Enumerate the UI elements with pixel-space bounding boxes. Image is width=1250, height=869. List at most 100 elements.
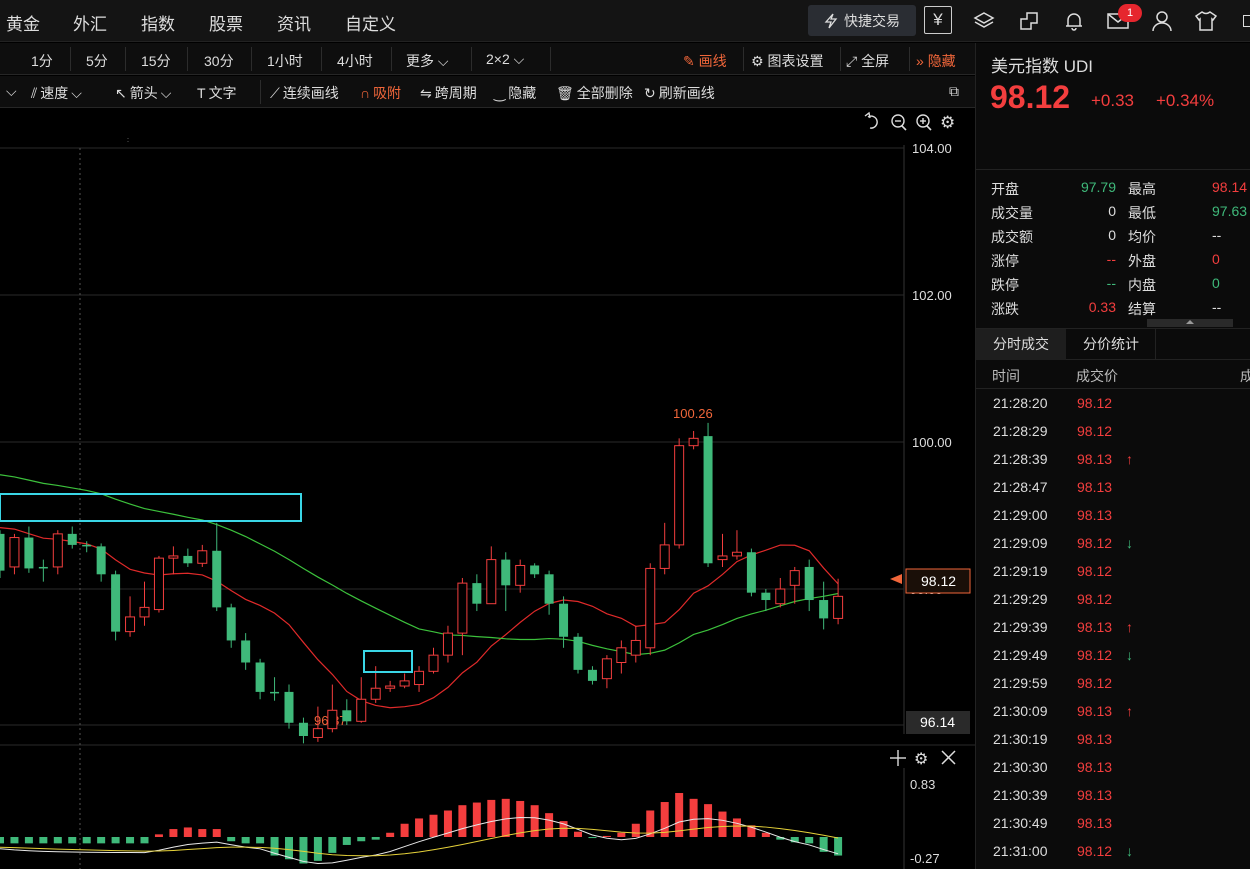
candle-body[interactable] [659,544,670,569]
snap-tool[interactable]: ∩ 吸附 [360,83,401,103]
zoom-out-icon[interactable] [891,114,907,131]
candle-body[interactable] [442,632,453,656]
candle-body[interactable] [385,685,396,689]
period-5min[interactable]: 5分 [86,51,108,71]
draw-line-button[interactable]: ✎ 画线 [683,51,727,71]
layout-2x2[interactable]: 2×2 ⌵ [486,51,524,68]
candle-body[interactable] [327,709,338,730]
candle-body[interactable] [82,544,92,547]
hide-panel-button[interactable]: » 隐藏 [916,51,956,71]
plus-icon[interactable] [890,750,906,766]
yuan-icon[interactable]: ¥ [924,6,952,34]
annotation-box[interactable] [363,650,413,673]
bell-icon[interactable] [1061,8,1087,34]
text-tool[interactable]: T 文字 [197,83,237,103]
candle-body[interactable] [804,566,814,601]
candle-body[interactable] [472,583,482,604]
delete-all-tool[interactable]: 🗑︎ 全部删除 [556,83,633,103]
candle-body[interactable] [226,607,236,641]
nav-index[interactable]: 指数 [141,10,175,35]
candle-body[interactable] [312,728,323,738]
nav-stocks[interactable]: 股票 [209,10,243,35]
candle-body[interactable] [746,552,756,593]
hide-drawings-tool[interactable]: ‿ 隐藏 [494,83,536,103]
nav-news[interactable]: 资讯 [277,10,311,35]
period-30min[interactable]: 30分 [204,51,234,71]
candle-body[interactable] [587,669,597,681]
candle-body[interactable] [731,551,742,557]
candle-body[interactable] [559,603,569,637]
candle-body[interactable] [645,567,656,649]
annotation-box[interactable] [0,493,302,522]
candle-body[interactable] [255,662,265,692]
candle-body[interactable] [819,600,829,619]
nav-custom[interactable]: 自定义 [345,10,396,35]
period-1hour[interactable]: 1小时 [267,51,303,71]
candle-body[interactable] [212,550,222,608]
layers-icon[interactable] [971,8,997,34]
continuous-draw-tool[interactable]: ⟋ 连续画线 [270,83,339,103]
candle-body[interactable] [414,670,425,686]
candle-body[interactable] [342,710,352,722]
candle-body[interactable] [674,445,685,546]
speed-tool[interactable]: ⫽ 速度 ⌵ [31,83,82,103]
candle-body[interactable] [24,537,34,569]
tab-price-stats[interactable]: 分价统计 [1067,329,1156,360]
fullscreen-button[interactable]: ⤢ 全屏 [846,51,889,71]
gear-icon[interactable]: ⚙ [940,113,955,133]
user-icon[interactable] [1149,8,1175,34]
candle-body[interactable] [573,636,583,670]
candle-body[interactable] [486,559,497,605]
candle-body[interactable] [630,639,641,656]
candle-body[interactable] [616,647,627,663]
candle-body[interactable] [168,555,179,559]
period-more[interactable]: 更多 ⌵ [406,51,449,71]
candle-body[interactable] [270,691,280,694]
candle-body[interactable] [183,555,193,564]
chart-settings-button[interactable]: ⚙ 图表设置 [751,51,823,71]
candle-body[interactable] [688,437,699,447]
tab-time-sales[interactable]: 分时成交 [976,329,1066,360]
gear-icon[interactable]: ⚙ [914,749,928,768]
candlestick-chart[interactable]: ⚙ 104.00 102.00 100.00 98.00 98.12 96.14… [0,108,975,869]
candle-body[interactable] [0,533,5,571]
candle-body[interactable] [67,533,77,545]
candle-body[interactable] [370,687,381,700]
candle-body[interactable] [52,533,63,568]
candle-body[interactable] [544,574,554,604]
candle-body[interactable] [717,555,728,561]
candle-body[interactable] [125,616,136,633]
candle-body[interactable] [428,654,439,672]
candle-body[interactable] [38,566,48,569]
candle-body[interactable] [761,592,771,601]
cross-period-tool[interactable]: ⇋ 跨周期 [420,83,477,103]
candle-body[interactable] [298,722,308,736]
candle-body[interactable] [197,550,208,564]
candle-body[interactable] [601,658,612,680]
candle-body[interactable] [96,546,106,575]
candle-body[interactable] [501,559,511,586]
arrow-tool[interactable]: ↖ 箭头 ⌵ [115,83,171,103]
candle-body[interactable] [284,691,294,723]
chart-area[interactable]: ⚙ 104.00 102.00 100.00 98.00 98.12 96.14… [0,108,975,869]
candle-body[interactable] [515,564,526,586]
candle-body[interactable] [530,565,540,575]
nav-forex[interactable]: 外汇 [73,10,107,35]
chevron-down-icon[interactable]: ⌵ [6,83,17,100]
nav-gold[interactable]: 黄金 [6,10,40,35]
candle-body[interactable] [399,680,410,687]
period-1min[interactable]: 1分 [31,51,53,71]
candle-body[interactable] [111,574,121,632]
period-4hour[interactable]: 4小时 [337,51,373,71]
shirt-icon[interactable] [1193,8,1219,34]
candle-body[interactable] [703,436,713,564]
candle-body[interactable] [457,582,468,634]
restore-window-icon[interactable]: ⧉ [949,83,959,100]
candle-body[interactable] [789,570,800,586]
period-15min[interactable]: 15分 [141,51,171,71]
candle-body[interactable] [833,595,844,619]
candle-body[interactable] [241,640,251,663]
window-icon[interactable] [1016,8,1042,34]
quick-trade-button[interactable]: 快捷交易 [808,5,916,36]
collapse-handle[interactable] [1147,319,1233,327]
